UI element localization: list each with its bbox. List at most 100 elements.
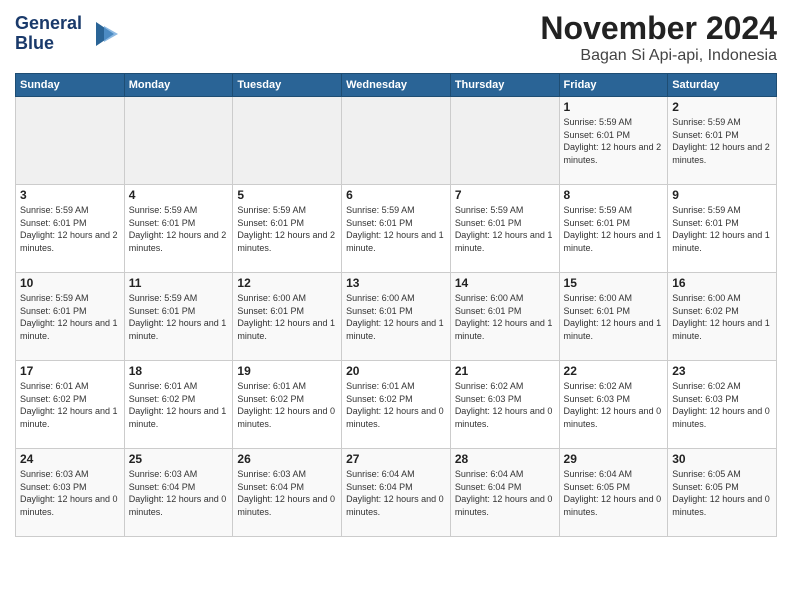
calendar-cell: 13 Sunrise: 6:00 AMSunset: 6:01 PMDayligh… bbox=[342, 273, 451, 361]
day-number: 20 bbox=[346, 364, 446, 378]
day-number: 24 bbox=[20, 452, 120, 466]
logo-icon bbox=[84, 16, 120, 52]
day-number: 11 bbox=[129, 276, 229, 290]
day-info: Sunrise: 5:59 AMSunset: 6:01 PMDaylight:… bbox=[564, 204, 664, 254]
calendar-cell bbox=[450, 97, 559, 185]
day-number: 3 bbox=[20, 188, 120, 202]
header-sunday: Sunday bbox=[16, 74, 125, 97]
calendar-cell: 27 Sunrise: 6:04 AMSunset: 6:04 PMDayligh… bbox=[342, 449, 451, 537]
day-info: Sunrise: 6:00 AMSunset: 6:01 PMDaylight:… bbox=[455, 292, 555, 342]
day-number: 23 bbox=[672, 364, 772, 378]
calendar-cell: 22Sunrise: 6:02 AMSunset: 6:03 PMDayligh… bbox=[559, 361, 668, 449]
day-info: Sunrise: 6:01 AMSunset: 6:02 PMDaylight:… bbox=[20, 380, 120, 430]
day-number: 19 bbox=[237, 364, 337, 378]
day-number: 5 bbox=[237, 188, 337, 202]
calendar-header-row: Sunday Monday Tuesday Wednesday Thursday… bbox=[16, 74, 777, 97]
calendar-cell: 2Sunrise: 5:59 AMSunset: 6:01 PMDaylight… bbox=[668, 97, 777, 185]
day-number: 30 bbox=[672, 452, 772, 466]
calendar-week-2: 3 Sunrise: 5:59 AMSunset: 6:01 PMDaylight… bbox=[16, 185, 777, 273]
calendar-cell: 19 Sunrise: 6:01 AMSunset: 6:02 PMDayligh… bbox=[233, 361, 342, 449]
calendar-cell bbox=[16, 97, 125, 185]
day-info: Sunrise: 5:59 AMSunset: 6:01 PMDaylight:… bbox=[20, 204, 120, 254]
month-title: November 2024 bbox=[540, 10, 777, 47]
day-number: 18 bbox=[129, 364, 229, 378]
logo-line2: Blue bbox=[15, 34, 82, 54]
day-info: Sunrise: 6:05 AMSunset: 6:05 PMDaylight:… bbox=[672, 468, 772, 518]
calendar-cell: 26 Sunrise: 6:03 AMSunset: 6:04 PMDayligh… bbox=[233, 449, 342, 537]
day-number: 22 bbox=[564, 364, 664, 378]
calendar-cell bbox=[342, 97, 451, 185]
day-number: 17 bbox=[20, 364, 120, 378]
calendar-week-4: 17 Sunrise: 6:01 AMSunset: 6:02 PMDayligh… bbox=[16, 361, 777, 449]
calendar-cell: 28 Sunrise: 6:04 AMSunset: 6:04 PMDayligh… bbox=[450, 449, 559, 537]
header-saturday: Saturday bbox=[668, 74, 777, 97]
day-number: 16 bbox=[672, 276, 772, 290]
day-info: Sunrise: 6:03 AMSunset: 6:04 PMDaylight:… bbox=[237, 468, 337, 518]
calendar-week-1: 1 Sunrise: 5:59 AMSunset: 6:01 PMDaylight… bbox=[16, 97, 777, 185]
calendar-cell: 3 Sunrise: 5:59 AMSunset: 6:01 PMDaylight… bbox=[16, 185, 125, 273]
day-info: Sunrise: 6:00 AMSunset: 6:01 PMDaylight:… bbox=[346, 292, 446, 342]
day-number: 27 bbox=[346, 452, 446, 466]
day-info: Sunrise: 6:04 AMSunset: 6:05 PMDaylight:… bbox=[564, 468, 664, 518]
calendar-week-5: 24 Sunrise: 6:03 AMSunset: 6:03 PMDayligh… bbox=[16, 449, 777, 537]
calendar-cell: 21 Sunrise: 6:02 AMSunset: 6:03 PMDayligh… bbox=[450, 361, 559, 449]
day-number: 10 bbox=[20, 276, 120, 290]
day-info: Sunrise: 6:04 AMSunset: 6:04 PMDaylight:… bbox=[455, 468, 555, 518]
day-number: 12 bbox=[237, 276, 337, 290]
header-wednesday: Wednesday bbox=[342, 74, 451, 97]
calendar-cell: 6 Sunrise: 5:59 AMSunset: 6:01 PMDaylight… bbox=[342, 185, 451, 273]
day-info: Sunrise: 6:01 AMSunset: 6:02 PMDaylight:… bbox=[237, 380, 337, 430]
day-number: 26 bbox=[237, 452, 337, 466]
day-number: 29 bbox=[564, 452, 664, 466]
day-info: Sunrise: 5:59 AMSunset: 6:01 PMDaylight:… bbox=[237, 204, 337, 254]
logo: General Blue bbox=[15, 14, 120, 54]
day-number: 9 bbox=[672, 188, 772, 202]
day-info: Sunrise: 6:03 AMSunset: 6:03 PMDaylight:… bbox=[20, 468, 120, 518]
calendar-cell: 4 Sunrise: 5:59 AMSunset: 6:01 PMDaylight… bbox=[124, 185, 233, 273]
day-info: Sunrise: 5:59 AMSunset: 6:01 PMDaylight:… bbox=[129, 204, 229, 254]
calendar-cell: 16 Sunrise: 6:00 AMSunset: 6:02 PMDayligh… bbox=[668, 273, 777, 361]
day-number: 13 bbox=[346, 276, 446, 290]
calendar-cell: 18 Sunrise: 6:01 AMSunset: 6:02 PMDayligh… bbox=[124, 361, 233, 449]
day-number: 4 bbox=[129, 188, 229, 202]
day-number: 2 bbox=[672, 100, 772, 114]
day-number: 6 bbox=[346, 188, 446, 202]
header-thursday: Thursday bbox=[450, 74, 559, 97]
day-info: Sunrise: 6:01 AMSunset: 6:02 PMDaylight:… bbox=[346, 380, 446, 430]
day-info: Sunrise: 5:59 AMSunset: 6:01 PMDaylight:… bbox=[20, 292, 120, 342]
calendar-cell: 10 Sunrise: 5:59 AMSunset: 6:01 PMDayligh… bbox=[16, 273, 125, 361]
calendar-cell: 30 Sunrise: 6:05 AMSunset: 6:05 PMDayligh… bbox=[668, 449, 777, 537]
day-info: Sunrise: 5:59 AMSunset: 6:01 PMDaylight:… bbox=[346, 204, 446, 254]
header-monday: Monday bbox=[124, 74, 233, 97]
location: Bagan Si Api-api, Indonesia bbox=[540, 47, 777, 65]
title-area: November 2024 Bagan Si Api-api, Indonesi… bbox=[540, 10, 777, 65]
header-tuesday: Tuesday bbox=[233, 74, 342, 97]
calendar-cell bbox=[233, 97, 342, 185]
calendar-cell: 1 Sunrise: 5:59 AMSunset: 6:01 PMDaylight… bbox=[559, 97, 668, 185]
calendar-cell: 12 Sunrise: 6:00 AMSunset: 6:01 PMDayligh… bbox=[233, 273, 342, 361]
day-info: Sunrise: 6:01 AMSunset: 6:02 PMDaylight:… bbox=[129, 380, 229, 430]
day-number: 1 bbox=[564, 100, 664, 114]
calendar-cell: 5 Sunrise: 5:59 AMSunset: 6:01 PMDaylight… bbox=[233, 185, 342, 273]
day-number: 28 bbox=[455, 452, 555, 466]
day-info: Sunrise: 5:59 AMSunset: 6:01 PMDaylight:… bbox=[564, 116, 664, 166]
day-info: Sunrise: 6:02 AMSunset: 6:03 PMDaylight:… bbox=[672, 380, 772, 430]
calendar-cell: 15Sunrise: 6:00 AMSunset: 6:01 PMDayligh… bbox=[559, 273, 668, 361]
calendar-cell: 20 Sunrise: 6:01 AMSunset: 6:02 PMDayligh… bbox=[342, 361, 451, 449]
day-info: Sunrise: 6:00 AMSunset: 6:01 PMDaylight:… bbox=[564, 292, 664, 342]
day-info: Sunrise: 6:02 AMSunset: 6:03 PMDaylight:… bbox=[455, 380, 555, 430]
calendar-cell: 9Sunrise: 5:59 AMSunset: 6:01 PMDaylight… bbox=[668, 185, 777, 273]
day-number: 7 bbox=[455, 188, 555, 202]
day-info: Sunrise: 6:00 AMSunset: 6:02 PMDaylight:… bbox=[672, 292, 772, 342]
day-info: Sunrise: 6:04 AMSunset: 6:04 PMDaylight:… bbox=[346, 468, 446, 518]
calendar-cell: 23 Sunrise: 6:02 AMSunset: 6:03 PMDayligh… bbox=[668, 361, 777, 449]
calendar-cell: 24 Sunrise: 6:03 AMSunset: 6:03 PMDayligh… bbox=[16, 449, 125, 537]
day-info: Sunrise: 6:03 AMSunset: 6:04 PMDaylight:… bbox=[129, 468, 229, 518]
day-number: 21 bbox=[455, 364, 555, 378]
calendar-week-3: 10 Sunrise: 5:59 AMSunset: 6:01 PMDayligh… bbox=[16, 273, 777, 361]
calendar-cell bbox=[124, 97, 233, 185]
day-info: Sunrise: 6:00 AMSunset: 6:01 PMDaylight:… bbox=[237, 292, 337, 342]
calendar-cell: 25Sunrise: 6:03 AMSunset: 6:04 PMDayligh… bbox=[124, 449, 233, 537]
day-number: 14 bbox=[455, 276, 555, 290]
calendar-cell: 8Sunrise: 5:59 AMSunset: 6:01 PMDaylight… bbox=[559, 185, 668, 273]
